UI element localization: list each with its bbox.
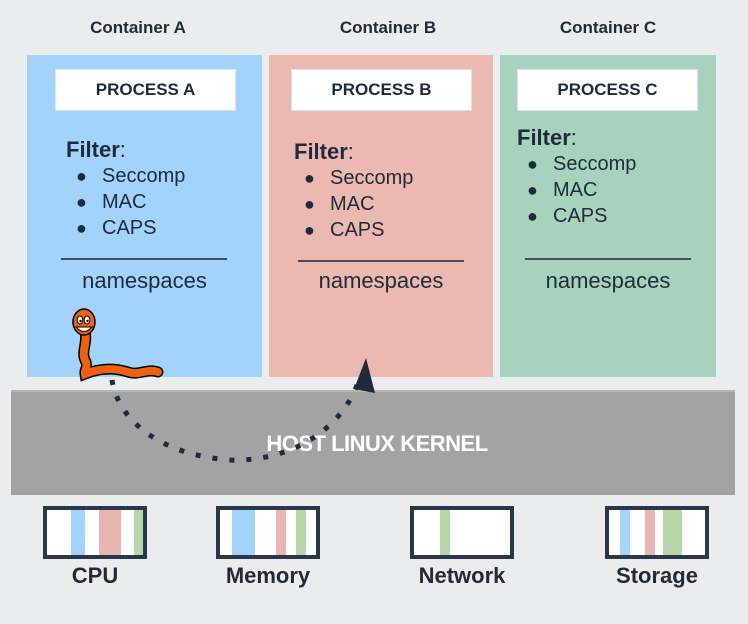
resource-cpu <box>43 506 147 559</box>
resource-label-network: Network <box>418 563 506 588</box>
storage-band-red <box>645 510 655 555</box>
resource-label-cpu: CPU <box>71 563 119 588</box>
arrow-head-icon <box>354 358 375 393</box>
storage-band-blue <box>620 510 630 555</box>
resource-label-memory: Memory <box>225 563 311 588</box>
escape-arrow-path <box>109 379 360 463</box>
worm-icon <box>72 308 164 382</box>
resource-memory <box>216 506 320 559</box>
memory-band-green <box>296 510 306 555</box>
memory-band-red <box>276 510 286 555</box>
cpu-band-green <box>134 510 143 555</box>
resource-network <box>410 506 514 559</box>
network-band-green <box>440 510 450 555</box>
cpu-band-red <box>99 510 121 555</box>
storage-band-green <box>663 510 682 555</box>
cpu-band-blue <box>71 510 85 555</box>
resource-storage <box>605 506 709 559</box>
resource-label-storage: Storage <box>616 563 698 588</box>
memory-band-blue <box>232 510 255 555</box>
